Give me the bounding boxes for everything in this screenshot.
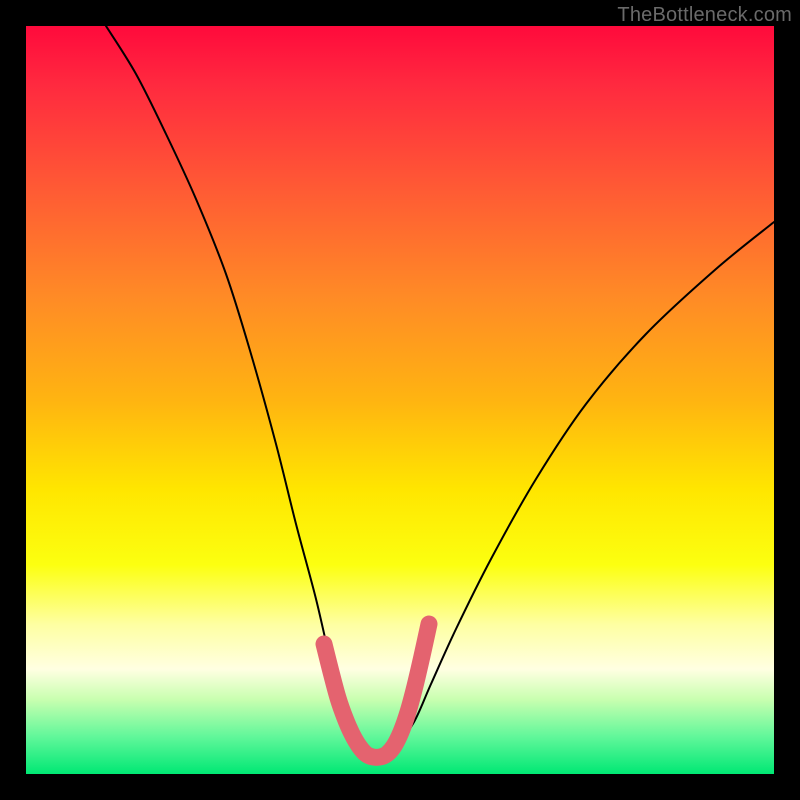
bottleneck-curve bbox=[106, 26, 774, 757]
highlight-segment bbox=[324, 624, 429, 757]
watermark-text: TheBottleneck.com bbox=[617, 4, 792, 27]
chart-plot-area bbox=[26, 26, 774, 774]
chart-svg bbox=[26, 26, 774, 774]
